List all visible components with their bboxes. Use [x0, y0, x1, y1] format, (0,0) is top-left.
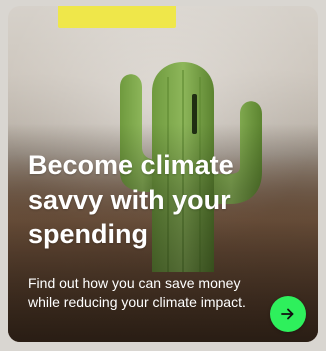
promo-headline: Become climate savvy with your spending: [28, 150, 234, 250]
arrow-button[interactable]: [270, 296, 306, 332]
promo-card[interactable]: Become climate savvy with your spending …: [8, 6, 318, 342]
arrow-right-icon: [281, 308, 294, 320]
promo-description: Find out how you can save money while re…: [28, 275, 246, 310]
